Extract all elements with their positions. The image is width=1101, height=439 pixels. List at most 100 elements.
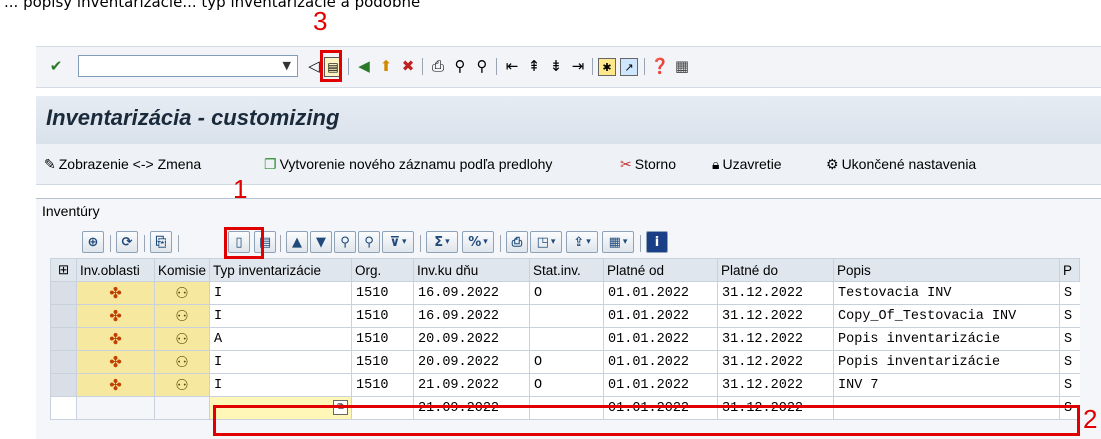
print-preview-icon[interactable]: ⎙	[506, 231, 528, 253]
finished-settings-button[interactable]: ⚙ Ukončené nastavenia	[826, 154, 976, 174]
find-next-table-icon[interactable]: ⚲	[358, 231, 380, 253]
commission-button-icon[interactable]: ⚇	[153, 350, 211, 374]
layout-icon[interactable]: ▦	[602, 231, 634, 253]
chevron-down-icon[interactable]: ▼	[283, 59, 291, 72]
cell-date[interactable]: 16.09.2022	[413, 304, 531, 328]
cell-stat[interactable]: O	[529, 350, 605, 374]
cell-valid-from[interactable]: 01.01.2022	[603, 304, 719, 328]
create-from-template-button[interactable]: ❐ Vytvorenie nového záznamu podľa predlo…	[264, 154, 552, 174]
valid-to-input[interactable]: 31.12.2022	[717, 396, 835, 420]
cell-popis[interactable]: Copy_Of_Testovacia INV	[833, 304, 1061, 328]
back-icon[interactable]: ◀	[354, 56, 374, 76]
value-help-icon[interactable]: ⧉	[333, 400, 349, 415]
row-selector[interactable]	[50, 327, 77, 351]
commission-button-icon[interactable]: ⚇	[153, 327, 211, 351]
cell-p[interactable]: S	[1059, 304, 1080, 328]
subtotal-icon[interactable]: %	[462, 231, 494, 253]
collapse-arrow-icon[interactable]: ◁	[304, 56, 324, 76]
cell-stat[interactable]	[529, 327, 605, 351]
column-header[interactable]: Org.	[351, 258, 415, 282]
print-icon[interactable]: ⎙	[428, 56, 448, 76]
cell-valid-to[interactable]: 31.12.2022	[717, 281, 835, 305]
cell-popis[interactable]: INV 7	[833, 373, 1061, 397]
sum-icon[interactable]: Σ	[426, 231, 458, 253]
find-next-icon[interactable]: ⚲	[472, 56, 492, 76]
filter-icon[interactable]: ⊽	[382, 231, 414, 253]
column-header[interactable]: Typ inventarizácie	[209, 258, 353, 282]
close-button[interactable]: 🔒︎ Uzavretie	[712, 154, 782, 174]
sort-desc-icon[interactable]: ▼	[310, 231, 332, 253]
column-header[interactable]: Platné od	[603, 258, 719, 282]
new-row-icon[interactable]: ▯	[228, 231, 250, 253]
cell-valid-to[interactable]: 31.12.2022	[717, 327, 835, 351]
cell-valid-to[interactable]: 31.12.2022	[717, 304, 835, 328]
commission-button-icon[interactable]: ⚇	[153, 373, 211, 397]
new-table-row[interactable]: ⧉ 21.09.2022 01.01.2022 31.12.2022 S	[50, 396, 1080, 420]
area-button-icon[interactable]: ✤	[76, 350, 155, 374]
enter-check-icon[interactable]: ✔	[46, 56, 66, 76]
cell-popis[interactable]: Popis inventarizácie	[833, 327, 1061, 351]
area-button-icon[interactable]: ✤	[76, 281, 155, 305]
cell-p[interactable]: S	[1059, 373, 1080, 397]
table-row[interactable]: ✤ ⚇ I 1510 16.09.2022 01.01.2022 31.12.2…	[50, 304, 1080, 328]
next-page-icon[interactable]: ⇟	[546, 56, 566, 76]
storno-button[interactable]: ✂ Storno	[620, 154, 676, 174]
table-row[interactable]: ✤ ⚇ I 1510 16.09.2022 O 01.01.2022 31.12…	[50, 281, 1080, 305]
table-row[interactable]: ✤ ⚇ A 1510 20.09.2022 01.01.2022 31.12.2…	[50, 327, 1080, 351]
cell-org[interactable]: 1510	[351, 304, 415, 328]
refresh-icon[interactable]: ⟳	[116, 231, 138, 253]
row-selector[interactable]	[50, 281, 77, 305]
cell-typ[interactable]: A	[209, 327, 353, 351]
row-selector[interactable]	[50, 350, 77, 374]
cell-valid-from[interactable]: 01.01.2022	[603, 327, 719, 351]
cell-popis[interactable]: Testovacia INV	[833, 281, 1061, 305]
cell-typ[interactable]: I	[209, 373, 353, 397]
details-icon[interactable]: ⊕	[82, 231, 104, 253]
cell-valid-from[interactable]: 01.01.2022	[603, 350, 719, 374]
popis-input[interactable]	[833, 396, 1061, 420]
table-row[interactable]: ✤ ⚇ I 1510 20.09.2022 O 01.01.2022 31.12…	[50, 350, 1080, 374]
select-all-icon[interactable]: ⊞	[50, 258, 77, 282]
cell-popis[interactable]: Popis inventarizácie	[833, 350, 1061, 374]
cell-stat[interactable]: O	[529, 373, 605, 397]
cell-date[interactable]: 20.09.2022	[413, 350, 531, 374]
commission-button-icon[interactable]: ⚇	[153, 304, 211, 328]
p-input[interactable]: S	[1059, 396, 1080, 420]
cell-org[interactable]: 1510	[351, 281, 415, 305]
cell-p[interactable]: S	[1059, 281, 1080, 305]
cell-org[interactable]: 1510	[351, 373, 415, 397]
column-header[interactable]: Inv.ku dňu	[413, 258, 531, 282]
cell-date[interactable]: 21.09.2022	[413, 373, 531, 397]
sort-asc-icon[interactable]: ▲	[286, 231, 308, 253]
shortcut-icon[interactable]: ↗	[620, 58, 638, 76]
cancel-icon[interactable]: ✖	[398, 56, 418, 76]
table-row[interactable]: ✤ ⚇ I 1510 21.09.2022 O 01.01.2022 31.12…	[50, 373, 1080, 397]
cell-date[interactable]: 16.09.2022	[413, 281, 531, 305]
area-button-icon[interactable]: ✤	[76, 373, 155, 397]
help-icon[interactable]: ❓	[650, 56, 670, 76]
typ-input[interactable]: ⧉	[209, 396, 353, 420]
prev-page-icon[interactable]: ⇞	[524, 56, 544, 76]
column-header[interactable]: Platné do	[717, 258, 835, 282]
cell-valid-from[interactable]: 01.01.2022	[603, 373, 719, 397]
save-icon[interactable]: ▤	[324, 57, 342, 77]
column-header[interactable]: Popis	[833, 258, 1061, 282]
cell-typ[interactable]: I	[209, 281, 353, 305]
new-session-icon[interactable]: ✱	[598, 58, 616, 76]
column-header[interactable]: Komisie	[153, 258, 211, 282]
column-header[interactable]: Inv.oblasti	[76, 258, 155, 282]
area-button-icon[interactable]: ✤	[76, 304, 155, 328]
command-field[interactable]: ▼	[78, 55, 298, 77]
row-selector[interactable]	[50, 396, 77, 420]
cell-valid-to[interactable]: 31.12.2022	[717, 373, 835, 397]
cell-p[interactable]: S	[1059, 327, 1080, 351]
cell-stat[interactable]: O	[529, 281, 605, 305]
cell-valid-from[interactable]: 01.01.2022	[603, 281, 719, 305]
last-page-icon[interactable]: ⇥	[568, 56, 588, 76]
stat-input[interactable]	[529, 396, 605, 420]
cell-typ[interactable]: I	[209, 304, 353, 328]
row-selector[interactable]	[50, 373, 77, 397]
column-header[interactable]: P	[1059, 258, 1081, 282]
first-page-icon[interactable]: ⇤	[502, 56, 522, 76]
find-icon[interactable]: ⚲	[450, 56, 470, 76]
